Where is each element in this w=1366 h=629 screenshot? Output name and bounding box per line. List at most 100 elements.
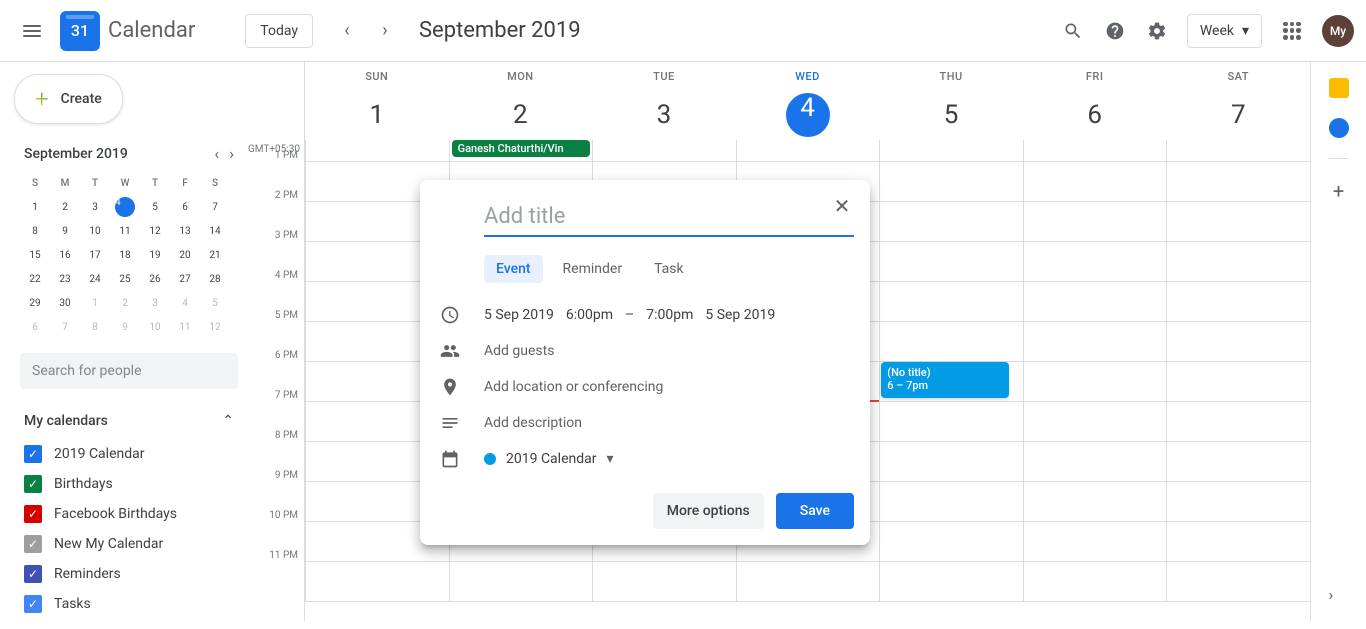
hour-cell[interactable] bbox=[1023, 322, 1167, 361]
date-header[interactable]: 6 bbox=[1023, 90, 1167, 140]
more-options-button[interactable]: More options bbox=[653, 493, 764, 529]
hour-cell[interactable] bbox=[1166, 282, 1310, 321]
hour-cell[interactable] bbox=[1023, 442, 1167, 481]
close-button[interactable]: ✕ bbox=[826, 190, 858, 222]
mini-day[interactable]: 13 bbox=[170, 219, 200, 243]
keep-addon-button[interactable] bbox=[1329, 78, 1349, 98]
hour-cell[interactable] bbox=[1023, 362, 1167, 401]
hour-cell[interactable] bbox=[305, 562, 449, 601]
main-menu-button[interactable] bbox=[12, 11, 52, 51]
mini-day[interactable]: 22 bbox=[20, 267, 50, 291]
hide-panel-button[interactable]: › bbox=[1329, 585, 1349, 605]
mini-day[interactable]: 6 bbox=[20, 315, 50, 339]
hour-cell[interactable] bbox=[1023, 522, 1167, 561]
hour-cell[interactable] bbox=[1166, 322, 1310, 361]
mini-day[interactable]: 2 bbox=[50, 195, 80, 219]
allday-cell[interactable] bbox=[1023, 140, 1167, 161]
hour-cell[interactable] bbox=[879, 162, 1023, 201]
mini-next-button[interactable]: › bbox=[229, 144, 234, 163]
mini-day[interactable]: 4 bbox=[170, 291, 200, 315]
hour-cell[interactable] bbox=[1023, 202, 1167, 241]
date-header[interactable]: 4 bbox=[736, 90, 880, 140]
hour-cell[interactable] bbox=[879, 242, 1023, 281]
hour-cell[interactable] bbox=[449, 562, 593, 601]
mini-day[interactable]: 6 bbox=[170, 195, 200, 219]
calendar-item[interactable]: ✓Facebook Birthdays bbox=[24, 499, 234, 529]
hour-cell[interactable] bbox=[879, 402, 1023, 441]
mini-day[interactable]: 15 bbox=[20, 243, 50, 267]
allday-cell[interactable] bbox=[305, 140, 449, 161]
mini-day[interactable]: 7 bbox=[200, 195, 230, 219]
date-header[interactable]: 5 bbox=[879, 90, 1023, 140]
hour-cell[interactable] bbox=[1166, 442, 1310, 481]
mini-day[interactable]: 7 bbox=[50, 315, 80, 339]
mini-day[interactable]: 2 bbox=[110, 291, 140, 315]
hour-cell[interactable] bbox=[1166, 482, 1310, 521]
hour-cell[interactable] bbox=[879, 282, 1023, 321]
hour-cell[interactable] bbox=[879, 562, 1023, 601]
mini-day[interactable]: 16 bbox=[50, 243, 80, 267]
mini-day[interactable]: 5 bbox=[200, 291, 230, 315]
hour-cell[interactable] bbox=[879, 202, 1023, 241]
hour-cell[interactable] bbox=[1023, 162, 1167, 201]
mini-day[interactable]: 9 bbox=[110, 315, 140, 339]
calendar-item[interactable]: ✓2019 Calendar bbox=[24, 439, 234, 469]
mini-day[interactable]: 11 bbox=[170, 315, 200, 339]
mini-day[interactable]: 11 bbox=[110, 219, 140, 243]
description-row[interactable]: Add description bbox=[436, 405, 854, 441]
guests-row[interactable]: Add guests bbox=[436, 333, 854, 369]
google-apps-button[interactable] bbox=[1280, 19, 1304, 43]
mini-day[interactable]: 21 bbox=[200, 243, 230, 267]
mini-day[interactable]: 3 bbox=[140, 291, 170, 315]
mini-day[interactable]: 3 bbox=[80, 195, 110, 219]
hour-cell[interactable] bbox=[879, 442, 1023, 481]
calendar-row[interactable]: 2019 Calendar▾ bbox=[436, 441, 854, 477]
view-selector[interactable]: Week▾ bbox=[1187, 14, 1262, 48]
mini-day[interactable]: 1 bbox=[20, 195, 50, 219]
end-time[interactable]: 7:00pm bbox=[646, 307, 693, 323]
allday-cell[interactable] bbox=[879, 140, 1023, 161]
hour-cell[interactable] bbox=[1166, 162, 1310, 201]
mini-day[interactable]: 30 bbox=[50, 291, 80, 315]
start-time[interactable]: 6:00pm bbox=[566, 307, 613, 323]
allday-cell[interactable] bbox=[592, 140, 736, 161]
allday-cell[interactable]: Ganesh Chaturthi/Vin bbox=[449, 140, 593, 161]
mini-day[interactable]: 27 bbox=[170, 267, 200, 291]
hour-cell[interactable] bbox=[1166, 562, 1310, 601]
start-date[interactable]: 5 Sep 2019 bbox=[484, 307, 554, 323]
hour-cell[interactable] bbox=[1166, 522, 1310, 561]
hour-cell[interactable] bbox=[1023, 482, 1167, 521]
mini-day[interactable]: 17 bbox=[80, 243, 110, 267]
mini-day[interactable]: 28 bbox=[200, 267, 230, 291]
title-input[interactable] bbox=[484, 200, 854, 237]
tab-event[interactable]: Event bbox=[484, 255, 543, 283]
hour-cell[interactable] bbox=[1166, 242, 1310, 281]
tab-task[interactable]: Task bbox=[642, 255, 696, 283]
end-date[interactable]: 5 Sep 2019 bbox=[705, 307, 775, 323]
hour-cell[interactable] bbox=[1023, 562, 1167, 601]
my-calendars-toggle[interactable]: My calendars⌃ bbox=[24, 413, 234, 429]
date-header[interactable]: 3 bbox=[592, 90, 736, 140]
mini-day[interactable]: 20 bbox=[170, 243, 200, 267]
mini-day[interactable]: 5 bbox=[140, 195, 170, 219]
mini-day[interactable]: 12 bbox=[140, 219, 170, 243]
hour-cell[interactable] bbox=[1166, 202, 1310, 241]
mini-day[interactable]: 18 bbox=[110, 243, 140, 267]
mini-prev-button[interactable]: ‹ bbox=[214, 144, 219, 163]
hour-cell[interactable] bbox=[1023, 242, 1167, 281]
hour-cell[interactable] bbox=[879, 482, 1023, 521]
calendar-item[interactable]: ✓Tasks bbox=[24, 589, 234, 619]
mini-day[interactable]: 19 bbox=[140, 243, 170, 267]
allday-cell[interactable] bbox=[736, 140, 880, 161]
date-header[interactable]: 7 bbox=[1166, 90, 1310, 140]
get-addons-button[interactable]: + bbox=[1333, 179, 1344, 203]
allday-event[interactable]: Ganesh Chaturthi/Vin bbox=[452, 140, 591, 157]
hour-cell[interactable] bbox=[1166, 362, 1310, 401]
settings-button[interactable] bbox=[1145, 19, 1169, 43]
prev-week-button[interactable]: ‹ bbox=[331, 15, 363, 47]
hour-cell[interactable] bbox=[879, 322, 1023, 361]
mini-day[interactable]: 14 bbox=[200, 219, 230, 243]
event-block[interactable]: (No title)6 – 7pm bbox=[881, 362, 1009, 398]
mini-day[interactable]: 12 bbox=[200, 315, 230, 339]
next-week-button[interactable]: › bbox=[369, 15, 401, 47]
